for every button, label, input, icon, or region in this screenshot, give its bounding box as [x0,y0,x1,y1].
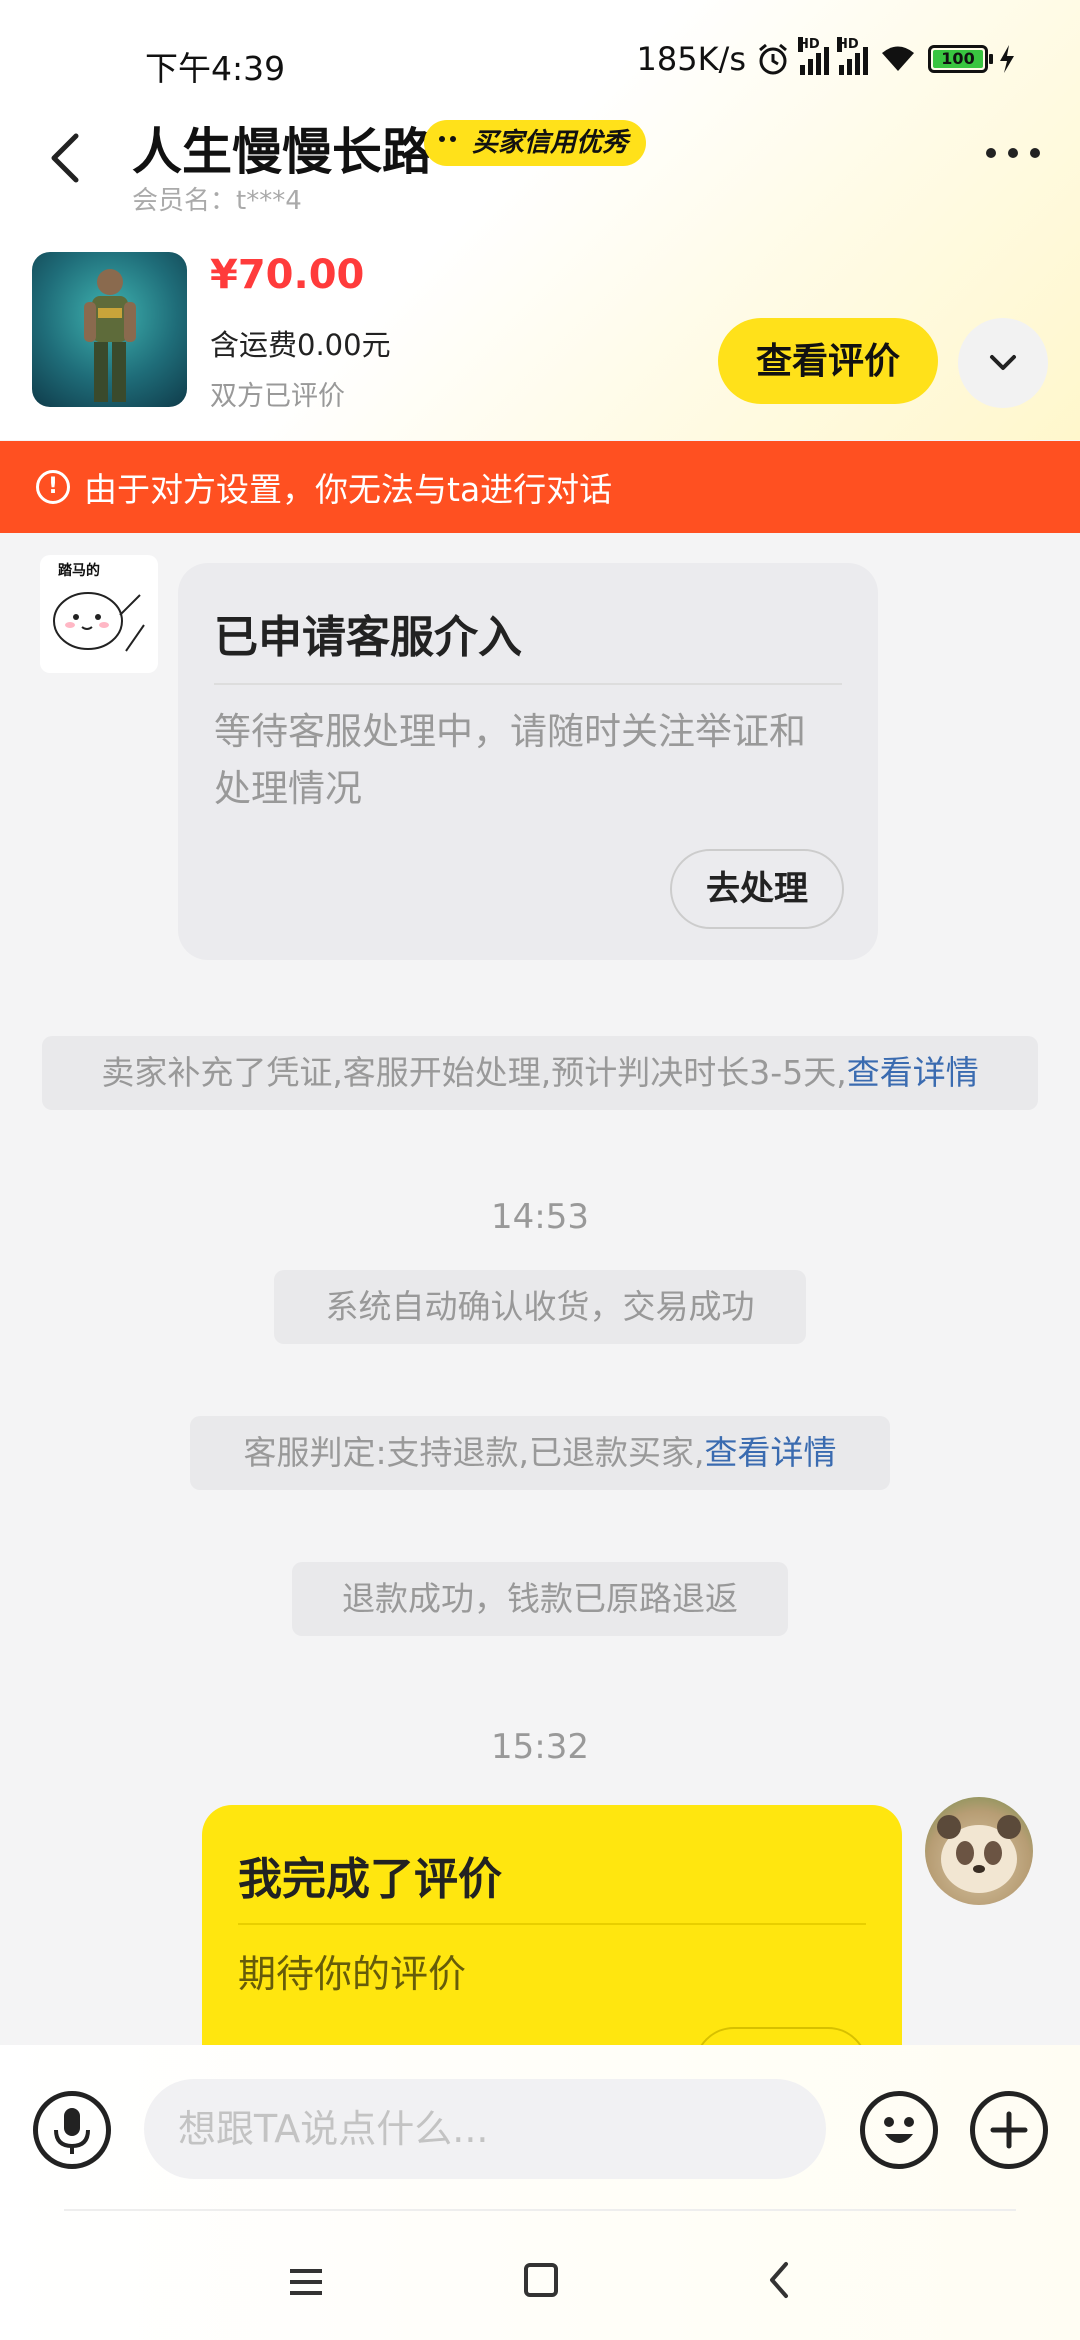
product-figure [84,269,136,402]
service-card-desc: 等待客服处理中，请随时关注举证和处理情况 [214,710,806,810]
chat-title: 人生慢慢长路 [132,123,432,181]
badge-face-icon [430,126,464,160]
svg-text:踏马的: 踏马的 [58,562,100,579]
charging-icon [1000,45,1014,73]
timestamp: 15:32 [491,1727,589,1767]
signal-icon-2: HD [837,37,868,75]
panda-avatar [937,1815,1021,1893]
status-bar: 下午4:39 185K/s HD HD 100 [0,0,1080,120]
product-image[interactable] [32,252,187,407]
hd-label-1: HD [798,37,820,52]
more-button[interactable] [986,148,1040,158]
my-avatar[interactable] [925,1797,1033,1905]
review-card-title: 我完成了评价 [238,1854,502,1905]
message-input[interactable] [144,2079,826,2179]
view-details-link[interactable]: 查看详情 [705,1433,837,1472]
cartoon-avatar: 踏马的 [53,562,145,652]
system-message-text: 客服判定:支持退款,已退款买家, [243,1433,705,1472]
evaluation-status: 双方已评价 [210,381,345,412]
input-bar [0,2045,1080,2340]
credit-badge[interactable]: 买家信用优秀 [424,120,647,166]
system-message-evidence: 卖家补充了凭证,客服开始处理,预计判决时长3-5天,查看详情 [42,1036,1038,1110]
signal-icon-1: HD [798,37,829,75]
alarm-icon [759,43,787,75]
review-card-desc: 期待你的评价 [238,1952,467,1996]
member-name: 会员名：t***4 [132,186,302,216]
voice-button[interactable] [33,2091,111,2169]
menu-icon[interactable] [286,2267,326,2297]
battery-level: 100 [933,50,983,68]
battery-icon: 100 [928,45,993,73]
divider [238,1923,866,1925]
product-price: ¥70.00 [210,252,365,298]
shipping-fee: 含运费0.00元 [210,328,391,362]
handle-button[interactable]: 去处理 [670,849,844,929]
more-actions-button[interactable] [970,2091,1048,2169]
back-nav-icon[interactable] [760,2260,800,2300]
emoji-button[interactable] [860,2091,938,2169]
badge-label: 买家信用优秀 [472,128,629,158]
chevron-left-icon [51,133,79,183]
divider [64,2209,1016,2211]
wifi-icon [882,46,914,71]
divider [214,683,842,685]
chevron-down-icon [990,355,1016,370]
restriction-banner: ! 由于对方设置，你无法与ta进行对话 [0,441,1080,533]
system-message-refund: 退款成功，钱款已原路退返 [292,1562,788,1636]
seller-avatar[interactable]: 踏马的 [40,555,158,673]
service-card-title: 已申请客服介入 [214,612,522,663]
system-message-verdict: 客服判定:支持退款,已退款买家,查看详情 [190,1416,890,1490]
hd-label-2: HD [837,37,859,52]
net-speed: 185K/s [636,40,746,78]
view-details-link[interactable]: 查看详情 [847,1053,979,1092]
status-icons: 185K/s HD HD 100 [636,37,1016,78]
banner-text: 由于对方设置，你无法与ta进行对话 [84,470,613,509]
warning-icon: ! [36,470,70,504]
back-button[interactable] [40,128,90,188]
plus-icon [990,2111,1028,2149]
home-nav-icon[interactable] [524,2263,558,2297]
system-message-text: 卖家补充了凭证,客服开始处理,预计判决时长3-5天, [101,1053,847,1092]
system-message-confirm: 系统自动确认收货，交易成功 [274,1270,806,1344]
status-time: 下午4:39 [145,49,286,88]
timestamp: 14:53 [491,1197,589,1237]
service-intervention-card[interactable]: 已申请客服介入 等待客服处理中，请随时关注举证和处理情况 去处理 [178,563,878,960]
microphone-icon [54,2108,90,2154]
smile-icon [884,2117,914,2143]
expand-button[interactable] [958,318,1048,408]
view-review-button[interactable]: 查看评价 [718,318,938,404]
